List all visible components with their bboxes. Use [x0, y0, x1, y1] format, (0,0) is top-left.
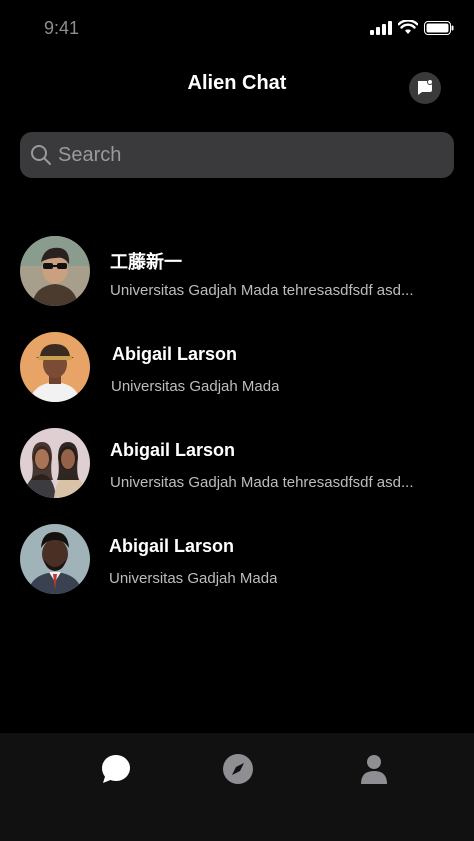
chat-preview: Universitas Gadjah Mada	[109, 570, 278, 587]
avatar	[20, 428, 90, 498]
search-input[interactable]	[58, 143, 438, 167]
avatar	[20, 332, 90, 402]
tab-chats[interactable]	[96, 749, 136, 789]
header: Alien Chat	[0, 62, 474, 110]
flag-chat-icon	[418, 79, 433, 95]
chat-name: 工藤新一	[110, 252, 182, 272]
chat-name: Abigail Larson	[110, 440, 236, 460]
chat-bubble-icon	[102, 755, 130, 783]
chat-item[interactable]: 工藤新一 Universitas Gadjah Mada tehresasdfs…	[0, 226, 474, 316]
new-chat-button[interactable]	[409, 72, 441, 104]
chat-name: Abigail Larson	[112, 344, 238, 364]
chat-preview: Universitas Gadjah Mada tehresasdfsdf as…	[110, 474, 414, 491]
tab-profile[interactable]	[354, 749, 394, 789]
tab-explore[interactable]	[218, 749, 258, 789]
status-bar: 9:41	[0, 0, 474, 56]
wifi-icon	[398, 20, 418, 34]
avatar	[20, 236, 90, 306]
chat-item[interactable]: Abigail Larson Universitas Gadjah Mada	[0, 322, 474, 412]
status-icons	[370, 20, 454, 35]
chat-preview: Universitas Gadjah Mada	[111, 378, 280, 395]
search-icon	[31, 145, 51, 165]
tab-bar	[0, 733, 474, 841]
chat-item[interactable]: Abigail Larson Universitas Gadjah Mada	[0, 514, 474, 604]
battery-icon	[424, 20, 454, 35]
compass-icon	[223, 754, 253, 784]
chat-preview: Universitas Gadjah Mada tehresasdfsdf as…	[110, 282, 414, 299]
chat-item[interactable]: Abigail Larson Universitas Gadjah Mada t…	[0, 418, 474, 508]
signal-icon	[370, 20, 392, 35]
page-title: Alien Chat	[187, 72, 287, 94]
chat-name: Abigail Larson	[109, 536, 235, 556]
avatar	[20, 524, 90, 594]
status-time: 9:41	[44, 18, 80, 38]
person-icon	[361, 755, 387, 784]
search-bar[interactable]	[20, 132, 454, 178]
